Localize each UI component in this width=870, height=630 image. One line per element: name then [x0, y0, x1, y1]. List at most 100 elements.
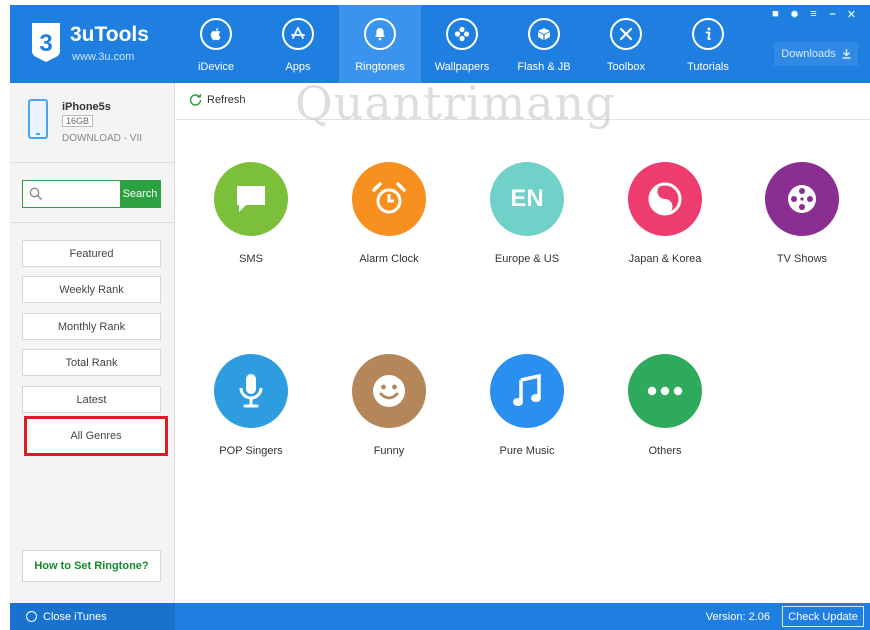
film-reel-icon	[788, 185, 816, 213]
gear-icon[interactable]: ✹	[788, 8, 801, 21]
download-arrow-icon	[842, 49, 851, 59]
search-button[interactable]: Search	[120, 181, 160, 207]
close-itunes-label: Close iTunes	[43, 610, 107, 623]
tile-label: POP Singers	[219, 445, 283, 457]
sidebar-item-all-genres[interactable]: All Genres	[24, 416, 168, 456]
nav-label: Ringtones	[355, 61, 405, 73]
tile-circle	[490, 354, 564, 428]
category-pop-singers[interactable]: POP Singers	[191, 354, 311, 474]
refresh-label: Refresh	[207, 93, 246, 106]
sidebar-divider	[10, 222, 175, 223]
check-update-button[interactable]: Check Update	[782, 606, 864, 627]
sidebar-item-total-rank[interactable]: Total Rank	[22, 349, 161, 376]
nav-label: Flash & JB	[517, 61, 571, 73]
device-capacity: 16GB	[62, 115, 94, 127]
tile-label: Pure Music	[499, 445, 555, 457]
tile-label: Funny	[373, 445, 405, 457]
tile-circle	[352, 162, 426, 236]
search-icon	[29, 187, 42, 200]
bell-icon	[364, 18, 396, 50]
category-tv-shows[interactable]: TV Shows	[742, 162, 862, 282]
tile-label: TV Shows	[776, 253, 828, 265]
search-input[interactable]	[47, 184, 117, 204]
nav-apps[interactable]: Apps	[257, 5, 339, 83]
main-toolbar: Refresh Quantrimang	[175, 76, 870, 130]
music-note-icon	[513, 374, 541, 406]
alarm-clock-icon	[372, 182, 406, 214]
downloads-label: Downloads	[781, 48, 836, 60]
tile-label: Others	[648, 445, 682, 457]
tile-circle	[765, 162, 839, 236]
sidebar-item-latest[interactable]: Latest	[22, 386, 161, 413]
sidebar: iPhone5s 16GB DOWNLOAD - VII Search Feat…	[10, 83, 175, 603]
device-name: iPhone5s	[62, 101, 111, 113]
tile-label: SMS	[239, 253, 263, 265]
nav-toolbox[interactable]: Toolbox	[585, 5, 667, 83]
category-alarm-clock[interactable]: Alarm Clock	[329, 162, 449, 282]
app-url: www.3u.com	[72, 51, 135, 63]
svg-text:3: 3	[39, 30, 52, 57]
nav-idevice[interactable]: iDevice	[175, 5, 257, 83]
version-label: Version: 2.06	[705, 611, 770, 623]
close-itunes-button[interactable]: Close iTunes	[10, 603, 175, 630]
sidebar-item-monthly-rank[interactable]: Monthly Rank	[22, 313, 161, 340]
device-status: DOWNLOAD - VII	[62, 133, 143, 144]
sidebar-item-featured[interactable]: Featured	[22, 240, 161, 267]
en-text-icon: EN	[510, 185, 544, 212]
refresh-icon	[189, 93, 202, 106]
nav-label: Wallpapers	[434, 61, 490, 73]
tile-circle	[628, 354, 702, 428]
nav-ringtones[interactable]: Ringtones	[339, 5, 421, 83]
minimize-icon[interactable]: –	[826, 8, 839, 21]
tile-circle	[214, 354, 288, 428]
category-pure-music[interactable]: Pure Music	[467, 354, 587, 474]
close-icon[interactable]: ✕	[845, 8, 858, 21]
category-others[interactable]: Others	[605, 354, 725, 474]
app-logo: 3 3uTools www.3u.com	[30, 17, 180, 73]
smiley-icon	[373, 375, 405, 407]
refresh-button[interactable]: Refresh	[189, 93, 246, 106]
yin-yang-icon	[648, 182, 682, 216]
tile-circle	[214, 162, 288, 236]
flower-icon	[446, 18, 478, 50]
app-name: 3uTools	[70, 23, 149, 46]
tile-circle: EN	[490, 162, 564, 236]
tile-circle	[352, 354, 426, 428]
main-nav: iDevice Apps Ringtones Wallpapers Flash …	[175, 5, 749, 83]
logo-badge-icon: 3	[32, 23, 60, 62]
box-icon	[528, 18, 560, 50]
category-europe-us[interactable]: EN Europe & US	[467, 162, 587, 282]
tools-icon	[610, 18, 642, 50]
apple-icon	[200, 18, 232, 50]
nav-label: Toolbox	[607, 61, 645, 73]
sidebar-item-weekly-rank[interactable]: Weekly Rank	[22, 276, 161, 303]
category-japan-korea[interactable]: Japan & Korea	[605, 162, 725, 282]
more-dots-icon	[647, 386, 683, 396]
app-store-icon	[282, 18, 314, 50]
nav-label: iDevice	[197, 61, 235, 73]
category-funny[interactable]: Funny	[329, 354, 449, 474]
watermark: Quantrimang	[295, 76, 616, 130]
nav-wallpapers[interactable]: Wallpapers	[421, 5, 503, 83]
chat-icon	[237, 186, 265, 212]
tile-label: Japan & Korea	[628, 253, 702, 265]
microphone-icon	[239, 374, 263, 408]
top-bar: 3 3uTools www.3u.com iDevice Apps Ringto…	[10, 5, 870, 83]
window-controls: ■ ✹ ≡ – ✕	[769, 8, 858, 21]
nav-tutorials[interactable]: Tutorials	[667, 5, 749, 83]
tile-label: Europe & US	[494, 253, 560, 265]
circle-icon	[26, 611, 37, 622]
nav-flash-jb[interactable]: Flash & JB	[503, 5, 585, 83]
tile-label: Alarm Clock	[359, 253, 419, 265]
device-panel: iPhone5s 16GB DOWNLOAD - VII	[10, 83, 175, 163]
nav-label: Tutorials	[687, 61, 729, 73]
info-icon	[692, 18, 724, 50]
downloads-button[interactable]: Downloads	[774, 42, 858, 66]
shirt-icon[interactable]: ■	[769, 8, 782, 21]
status-bar: Close iTunes Version: 2.06 Check Update	[10, 603, 870, 630]
phone-icon	[28, 99, 48, 139]
menu-icon[interactable]: ≡	[807, 8, 820, 21]
tile-circle	[628, 162, 702, 236]
category-sms[interactable]: SMS	[191, 162, 311, 282]
how-to-set-ringtone-button[interactable]: How to Set Ringtone?	[22, 550, 161, 582]
